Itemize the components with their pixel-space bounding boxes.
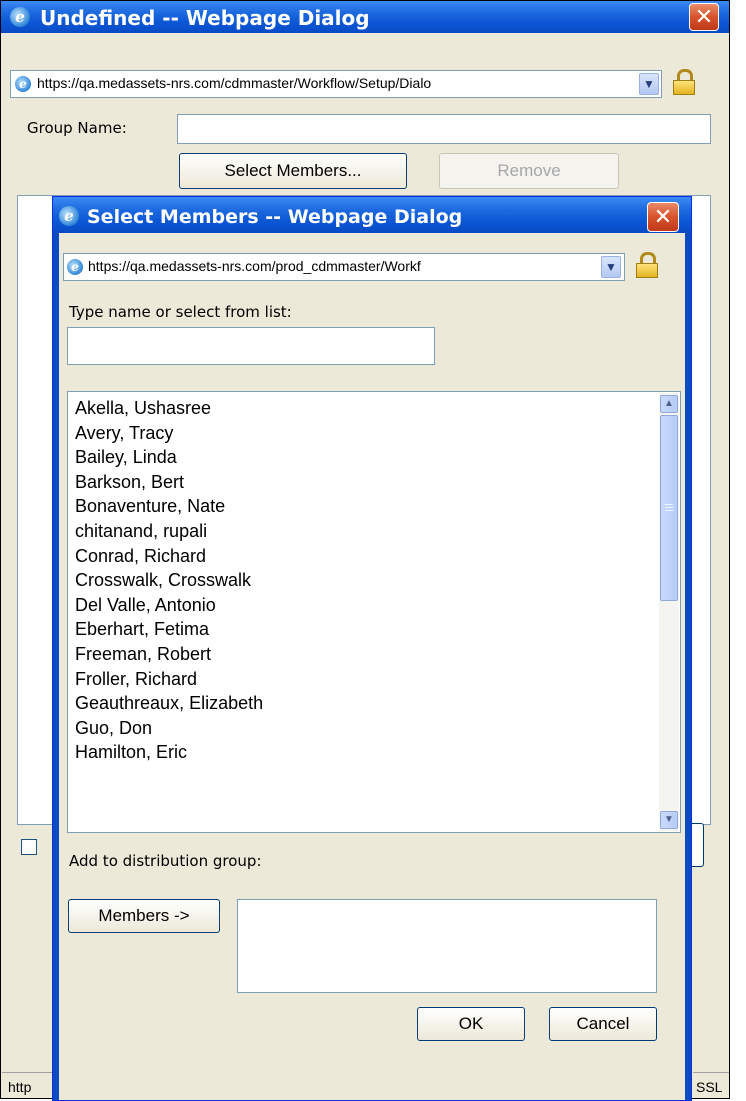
- outer-close-button[interactable]: ✕: [689, 3, 719, 31]
- lock-icon: [636, 252, 658, 278]
- list-item[interactable]: Hamilton, Eric: [75, 740, 263, 765]
- list-item[interactable]: Froller, Richard: [75, 667, 263, 692]
- list-item[interactable]: Akella, Ushasree: [75, 396, 263, 421]
- inner-address-bar[interactable]: e https://qa.medassets-nrs.com/prod_cdmm…: [63, 253, 625, 281]
- list-item[interactable]: Bonaventure, Nate: [75, 494, 263, 519]
- list-item[interactable]: Avery, Tracy: [75, 421, 263, 446]
- internet-explorer-icon: e: [67, 259, 83, 275]
- list-item[interactable]: Conrad, Richard: [75, 544, 263, 569]
- outer-title-bar[interactable]: e Undefined -- Webpage Dialog ✕: [1, 1, 729, 33]
- member-list: Akella, Ushasree Avery, Tracy Bailey, Lind…: [75, 396, 263, 765]
- add-members-button[interactable]: Members ->: [68, 899, 220, 933]
- ok-button[interactable]: OK: [417, 1007, 525, 1041]
- inner-dialog-title: Select Members -- Webpage Dialog: [87, 206, 463, 228]
- window-frame-right: [685, 233, 691, 1100]
- close-icon: ✕: [653, 205, 673, 230]
- status-ssl: SSL: [693, 1072, 729, 1098]
- members-listbox[interactable]: Akella, Ushasree Avery, Tracy Bailey, Lind…: [67, 391, 681, 833]
- list-item[interactable]: chitanand, rupali: [75, 519, 263, 544]
- add-to-group-label: Add to distribution group:: [69, 852, 262, 870]
- internet-explorer-icon: e: [10, 7, 30, 27]
- select-members-button[interactable]: Select Members...: [179, 153, 407, 189]
- list-item[interactable]: Barkson, Bert: [75, 470, 263, 495]
- list-item[interactable]: Freeman, Robert: [75, 642, 263, 667]
- chevron-down-icon[interactable]: ▼: [601, 256, 621, 278]
- close-icon: ✕: [694, 5, 714, 30]
- list-item[interactable]: Guo, Don: [75, 716, 263, 741]
- remove-button[interactable]: Remove: [439, 153, 619, 189]
- group-name-field[interactable]: [177, 114, 711, 144]
- chevron-down-icon[interactable]: ▼: [639, 73, 659, 95]
- list-item[interactable]: Del Valle, Antonio: [75, 593, 263, 618]
- outer-address-url: https://qa.medassets-nrs.com/cdmmaster/W…: [37, 75, 432, 91]
- internet-explorer-icon: e: [15, 76, 31, 92]
- type-name-label: Type name or select from list:: [69, 303, 292, 321]
- select-members-dialog: e Select Members -- Webpage Dialog ✕ e h…: [52, 196, 692, 1101]
- group-name-label: Group Name:: [27, 119, 127, 137]
- outer-button-partial[interactable]: [691, 823, 704, 867]
- scroll-down-icon[interactable]: ▼: [660, 811, 678, 829]
- outer-dialog-title: Undefined -- Webpage Dialog: [40, 6, 370, 30]
- lock-icon: [673, 69, 695, 95]
- scrollbar-thumb[interactable]: [660, 415, 678, 601]
- list-item[interactable]: Geauthreaux, Elizabeth: [75, 691, 263, 716]
- list-item[interactable]: Eberhart, Fetima: [75, 617, 263, 642]
- selected-members-list[interactable]: [237, 899, 657, 993]
- list-item[interactable]: Bailey, Linda: [75, 445, 263, 470]
- scroll-up-icon[interactable]: ▲: [660, 395, 678, 413]
- cancel-button[interactable]: Cancel: [549, 1007, 657, 1041]
- inner-title-bar[interactable]: e Select Members -- Webpage Dialog ✕: [53, 197, 691, 233]
- outer-address-bar[interactable]: e https://qa.medassets-nrs.com/cdmmaster…: [10, 70, 662, 98]
- member-list-scrollbar[interactable]: ▲ ▼: [659, 393, 679, 831]
- type-name-input[interactable]: [67, 327, 435, 365]
- list-item[interactable]: Crosswalk, Crosswalk: [75, 568, 263, 593]
- window-frame-left: [53, 233, 59, 1100]
- inner-close-button[interactable]: ✕: [647, 202, 679, 232]
- outer-checkbox[interactable]: [21, 839, 37, 855]
- inner-address-url: https://qa.medassets-nrs.com/prod_cdmmas…: [88, 258, 421, 274]
- internet-explorer-icon: e: [59, 206, 79, 226]
